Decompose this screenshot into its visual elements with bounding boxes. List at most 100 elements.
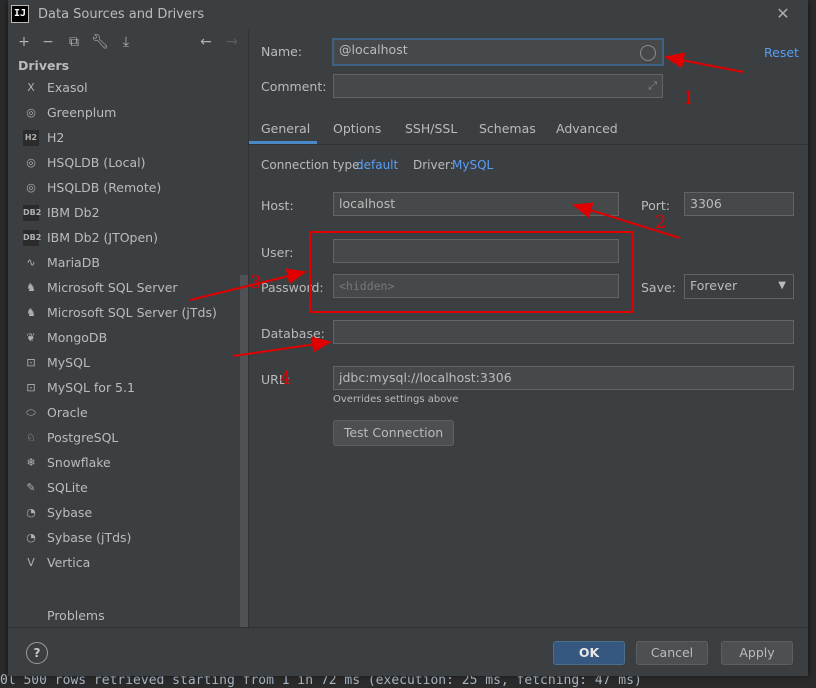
driver-icon: DB2 [23, 230, 41, 246]
driver-label: Driver: [413, 158, 454, 172]
driver-item[interactable]: ◔ Sybase (jTds) [8, 526, 240, 551]
tab-advanced[interactable]: Advanced [556, 121, 618, 136]
port-label: Port: [641, 198, 670, 213]
password-input[interactable]: <hidden> [333, 274, 619, 298]
connection-type-label: Connection type: [261, 158, 364, 172]
driver-label: SQLite [47, 480, 88, 495]
driver-icon: ◎ [26, 106, 36, 119]
back-arrow-icon[interactable]: ← [196, 32, 216, 52]
driver-icon: ❦ [26, 331, 36, 344]
chevron-down-icon: ▼ [778, 280, 786, 291]
driver-item[interactable]: DB2 IBM Db2 (JTOpen) [8, 226, 240, 251]
host-label: Host: [261, 198, 294, 213]
cancel-button[interactable]: Cancel [636, 641, 708, 665]
driver-label: Sybase [47, 505, 93, 520]
ok-button[interactable]: OK [553, 641, 625, 665]
driver-item[interactable]: ◎ HSQLDB (Remote) [8, 176, 240, 201]
driver-label: IBM Db2 (JTOpen) [47, 230, 158, 245]
comment-input[interactable]: ⤢ [333, 74, 663, 98]
apply-button[interactable]: Apply [721, 641, 793, 665]
driver-icon: ❄ [26, 456, 36, 469]
database-input[interactable] [333, 320, 794, 344]
driver-icon: ◎ [26, 156, 36, 169]
driver-icon: ✎ [26, 481, 36, 494]
driver-item[interactable]: ◎ Greenplum [8, 101, 240, 126]
driver-item[interactable]: ◔ Sybase [8, 501, 240, 526]
annotation-number: 2 [655, 212, 667, 233]
tab-ssh-ssl[interactable]: SSH/SSL [405, 121, 457, 136]
problems-item[interactable]: Problems [47, 608, 105, 623]
driver-label: HSQLDB (Local) [47, 155, 146, 170]
driver-item[interactable]: ⊡ MySQL for 5.1 [8, 376, 240, 401]
expand-icon[interactable]: ⤢ [648, 75, 657, 97]
driver-icon: ◔ [26, 506, 36, 519]
drivers-toolbar: + − ⧉ 🔧︎ ⤓ ← → [8, 30, 248, 56]
driver-icon: ∿ [26, 256, 36, 269]
plus-icon[interactable]: + [14, 32, 34, 52]
driver-item[interactable]: ✎ SQLite [8, 476, 240, 501]
driver-item[interactable]: ♞ Microsoft SQL Server [8, 276, 240, 301]
copy-icon[interactable]: ⧉ [64, 32, 84, 52]
driver-icon: X [27, 81, 35, 94]
dialog-title: Data Sources and Drivers [38, 7, 205, 22]
intellij-app-icon: IJ [11, 5, 29, 23]
driver-icon: ◎ [26, 181, 36, 194]
save-value: Forever [690, 278, 738, 293]
database-label: Database: [261, 326, 325, 341]
close-icon[interactable]: ✕ [772, 3, 794, 25]
password-placeholder: <hidden> [339, 279, 395, 293]
port-input[interactable]: 3306 [684, 192, 794, 216]
host-input[interactable]: localhost [333, 192, 619, 216]
driver-item[interactable]: ⊡ MySQL [8, 351, 240, 376]
driver-icon: ⊡ [26, 381, 36, 394]
driver-icon: DB2 [23, 205, 41, 221]
driver-item[interactable]: DB2 IBM Db2 [8, 201, 240, 226]
connection-type-link[interactable]: default [356, 158, 398, 172]
driver-item[interactable]: ❦ MongoDB [8, 326, 240, 351]
dialog-footer: ? OK Cancel Apply [8, 627, 808, 676]
annotation-number: 1 [683, 88, 695, 109]
tab-schemas[interactable]: Schemas [479, 121, 536, 136]
reset-link[interactable]: Reset [764, 45, 799, 60]
driver-item[interactable]: ♘ PostgreSQL [8, 426, 240, 451]
url-input[interactable]: jdbc:mysql://localhost:3306 [333, 366, 794, 390]
active-tab-indicator [249, 141, 317, 144]
driver-label: MySQL for 5.1 [47, 380, 135, 395]
driver-label: Exasol [47, 80, 88, 95]
driver-item[interactable]: X Exasol [8, 76, 240, 101]
driver-item[interactable]: ◎ HSQLDB (Local) [8, 151, 240, 176]
driver-item[interactable]: V Vertica [8, 551, 240, 576]
driver-item[interactable]: H2 H2 [8, 126, 240, 151]
help-icon[interactable]: ? [26, 642, 48, 664]
driver-label: MariaDB [47, 255, 100, 270]
tab-general[interactable]: General [261, 121, 310, 136]
user-input[interactable] [333, 239, 619, 263]
driver-label: Microsoft SQL Server (jTds) [47, 305, 217, 320]
driver-item[interactable]: ❄ Snowflake [8, 451, 240, 476]
driver-item[interactable]: ∿ MariaDB [8, 251, 240, 276]
save-dropdown[interactable]: Forever ▼ [684, 274, 794, 299]
import-icon[interactable]: ⤓ [116, 32, 136, 52]
driver-icon: V [27, 556, 35, 569]
driver-item[interactable]: ♞ Microsoft SQL Server (jTds) [8, 301, 240, 326]
driver-icon: ⊡ [26, 356, 36, 369]
annotation-number: 3 [250, 272, 262, 293]
comment-label: Comment: [261, 79, 327, 94]
driver-label: HSQLDB (Remote) [47, 180, 162, 195]
driver-label: Greenplum [47, 105, 117, 120]
driver-icon: ⬭ [26, 406, 36, 419]
driver-label: Vertica [47, 555, 91, 570]
password-label: Password: [261, 280, 324, 295]
drivers-scrollbar[interactable] [240, 275, 248, 627]
name-input[interactable]: @localhost [332, 38, 664, 66]
wrench-icon[interactable]: 🔧︎ [90, 32, 110, 52]
test-connection-button[interactable]: Test Connection [333, 420, 454, 446]
tab-options[interactable]: Options [333, 121, 381, 136]
drivers-section-title: Drivers [18, 58, 70, 73]
driver-link[interactable]: MySQL [452, 158, 493, 172]
driver-icon: ♘ [26, 431, 36, 444]
driver-icon: ♞ [26, 281, 36, 294]
color-circle-icon[interactable] [640, 45, 656, 61]
minus-icon[interactable]: − [38, 32, 58, 52]
driver-item[interactable]: ⬭ Oracle [8, 401, 240, 426]
